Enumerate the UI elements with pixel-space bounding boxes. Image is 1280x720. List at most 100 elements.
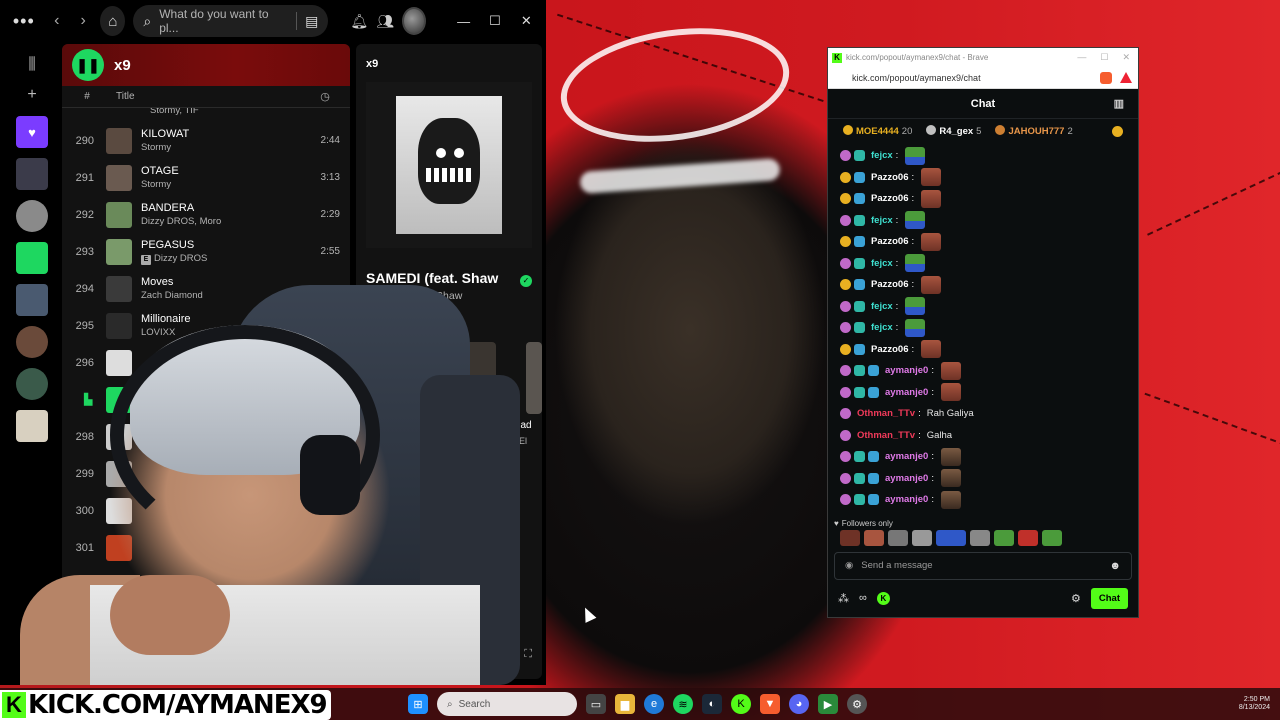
- brave-shields-icon[interactable]: [1100, 71, 1112, 84]
- chat-username[interactable]: Pazzo06: [871, 236, 909, 247]
- track-artist[interactable]: Stormy: [141, 178, 296, 192]
- steam-icon[interactable]: ◐: [702, 694, 722, 714]
- avatar[interactable]: [401, 7, 426, 35]
- track-artist[interactable]: E Dizzy DROS: [141, 252, 296, 266]
- chat-username[interactable]: Pazzo06: [871, 344, 909, 355]
- infinity-icon[interactable]: ∞: [859, 592, 867, 604]
- friends-icon[interactable]: 👥︎: [376, 13, 394, 30]
- emote[interactable]: [940, 469, 961, 488]
- saved-check-icon[interactable]: ✓: [520, 275, 532, 287]
- discord-icon[interactable]: ◕: [789, 694, 809, 714]
- leaderboard-entry[interactable]: MOE4444 20: [843, 125, 912, 137]
- back-arrow-icon[interactable]: ‹: [48, 12, 66, 30]
- emote[interactable]: [905, 146, 926, 165]
- chat-username[interactable]: aymanje0: [885, 494, 928, 505]
- emote[interactable]: [940, 447, 961, 466]
- album-cover[interactable]: [366, 82, 532, 248]
- settings-icon[interactable]: ⚙: [847, 694, 867, 714]
- chat-username[interactable]: Othman_TTv: [857, 408, 915, 419]
- chat-username[interactable]: fejcx: [871, 215, 893, 226]
- maximize-icon[interactable]: ☐: [483, 13, 506, 29]
- chat-username[interactable]: Pazzo06: [871, 172, 909, 183]
- kick-icon[interactable]: K: [731, 694, 751, 714]
- taskbar-search[interactable]: ⌕ Search: [437, 692, 577, 716]
- brave-rewards-icon[interactable]: [1120, 72, 1132, 83]
- kick-points-icon[interactable]: K: [876, 591, 890, 605]
- emote[interactable]: [888, 529, 908, 546]
- library-item[interactable]: ♥: [16, 116, 48, 148]
- task-view-icon[interactable]: ▭: [586, 694, 606, 714]
- track-title[interactable]: BANDERA: [141, 201, 296, 215]
- chat-username[interactable]: Othman_TTv: [857, 430, 915, 441]
- emote[interactable]: [921, 275, 942, 294]
- chat-username[interactable]: Pazzo06: [871, 193, 909, 204]
- emote[interactable]: [864, 529, 884, 546]
- address-bar[interactable]: kick.com/popout/aymanex9/chat: [828, 67, 1138, 89]
- emote[interactable]: [840, 529, 860, 546]
- track-row[interactable]: 290 KILOWAT Stormy 2:44: [62, 122, 350, 159]
- message-input[interactable]: ◉ Send a message ☻: [834, 551, 1132, 580]
- chat-username[interactable]: aymanje0: [885, 387, 928, 398]
- leaderboard-entry[interactable]: R4_gex 5: [926, 125, 981, 137]
- app-icon[interactable]: ▶: [818, 694, 838, 714]
- minimize-icon[interactable]: —: [1077, 52, 1086, 63]
- chat-username[interactable]: aymanje0: [885, 473, 928, 484]
- windows-start-icon[interactable]: ⊞: [408, 694, 428, 714]
- chat-settings-icon[interactable]: ▥: [1114, 97, 1124, 110]
- emote[interactable]: [921, 340, 942, 359]
- emote[interactable]: [940, 361, 961, 380]
- emote[interactable]: [905, 318, 926, 337]
- emote[interactable]: [905, 297, 926, 316]
- maximize-icon[interactable]: ☐: [1100, 52, 1108, 63]
- emote[interactable]: [940, 490, 961, 509]
- file-explorer-icon[interactable]: ▆: [615, 694, 635, 714]
- emote[interactable]: [994, 529, 1014, 546]
- chat-username[interactable]: fejcx: [871, 322, 893, 333]
- close-icon[interactable]: ✕: [1122, 52, 1130, 63]
- emoji-icon[interactable]: ☻: [1109, 560, 1121, 572]
- home-icon[interactable]: ⌂: [100, 6, 126, 36]
- leaderboard-entry[interactable]: JAHOUH777 2: [995, 125, 1073, 137]
- emote[interactable]: [921, 232, 942, 251]
- library-item[interactable]: [16, 200, 48, 232]
- minimize-icon[interactable]: —: [452, 14, 475, 29]
- chat-username[interactable]: fejcx: [871, 258, 893, 269]
- add-icon[interactable]: +: [27, 86, 36, 106]
- chat-username[interactable]: Pazzo06: [871, 279, 909, 290]
- emote[interactable]: [921, 168, 942, 187]
- emote[interactable]: [970, 529, 990, 546]
- search-input[interactable]: ⌕ What do you want to pl... ▤: [133, 5, 329, 37]
- browse-icon[interactable]: ▤: [305, 13, 318, 30]
- emote[interactable]: [912, 529, 932, 546]
- related-video-card[interactable]: [526, 342, 542, 414]
- bell-icon[interactable]: 🔔︎: [350, 13, 368, 30]
- pause-button[interactable]: ❚❚: [72, 49, 104, 81]
- emote[interactable]: [905, 254, 926, 273]
- track-row[interactable]: 293 PEGASUS E Dizzy DROS 2:55: [62, 233, 350, 270]
- library-item[interactable]: [16, 242, 48, 274]
- library-item[interactable]: [16, 158, 48, 190]
- chat-username[interactable]: aymanje0: [885, 365, 928, 376]
- users-icon[interactable]: ⁂: [838, 592, 849, 605]
- chat-username[interactable]: fejcx: [871, 301, 893, 312]
- gift-icon[interactable]: [1112, 125, 1123, 137]
- forward-arrow-icon[interactable]: ›: [74, 12, 92, 30]
- brave-icon[interactable]: ▼: [760, 694, 780, 714]
- chat-username[interactable]: fejcx: [871, 150, 893, 161]
- system-clock[interactable]: 2:50 PM 8/13/2024: [1239, 696, 1270, 712]
- emote[interactable]: [940, 383, 961, 402]
- track-artist[interactable]: Dizzy DROS, Moro: [141, 215, 296, 229]
- emote[interactable]: [1018, 529, 1038, 546]
- edge-icon[interactable]: e: [644, 694, 664, 714]
- track-title[interactable]: OTAGE: [141, 164, 296, 178]
- menu-dots-icon[interactable]: •••: [8, 11, 40, 32]
- track-title[interactable]: KILOWAT: [141, 127, 296, 141]
- fullscreen-icon[interactable]: ⛶: [524, 648, 532, 661]
- emote[interactable]: [936, 529, 966, 546]
- library-icon[interactable]: ⫼: [28, 56, 35, 76]
- emote[interactable]: [921, 189, 942, 208]
- send-chat-button[interactable]: Chat: [1090, 587, 1128, 609]
- gear-icon[interactable]: ⚙: [1071, 592, 1081, 605]
- track-artist[interactable]: Stormy: [141, 141, 296, 155]
- spotify-icon[interactable]: ≋: [673, 694, 693, 714]
